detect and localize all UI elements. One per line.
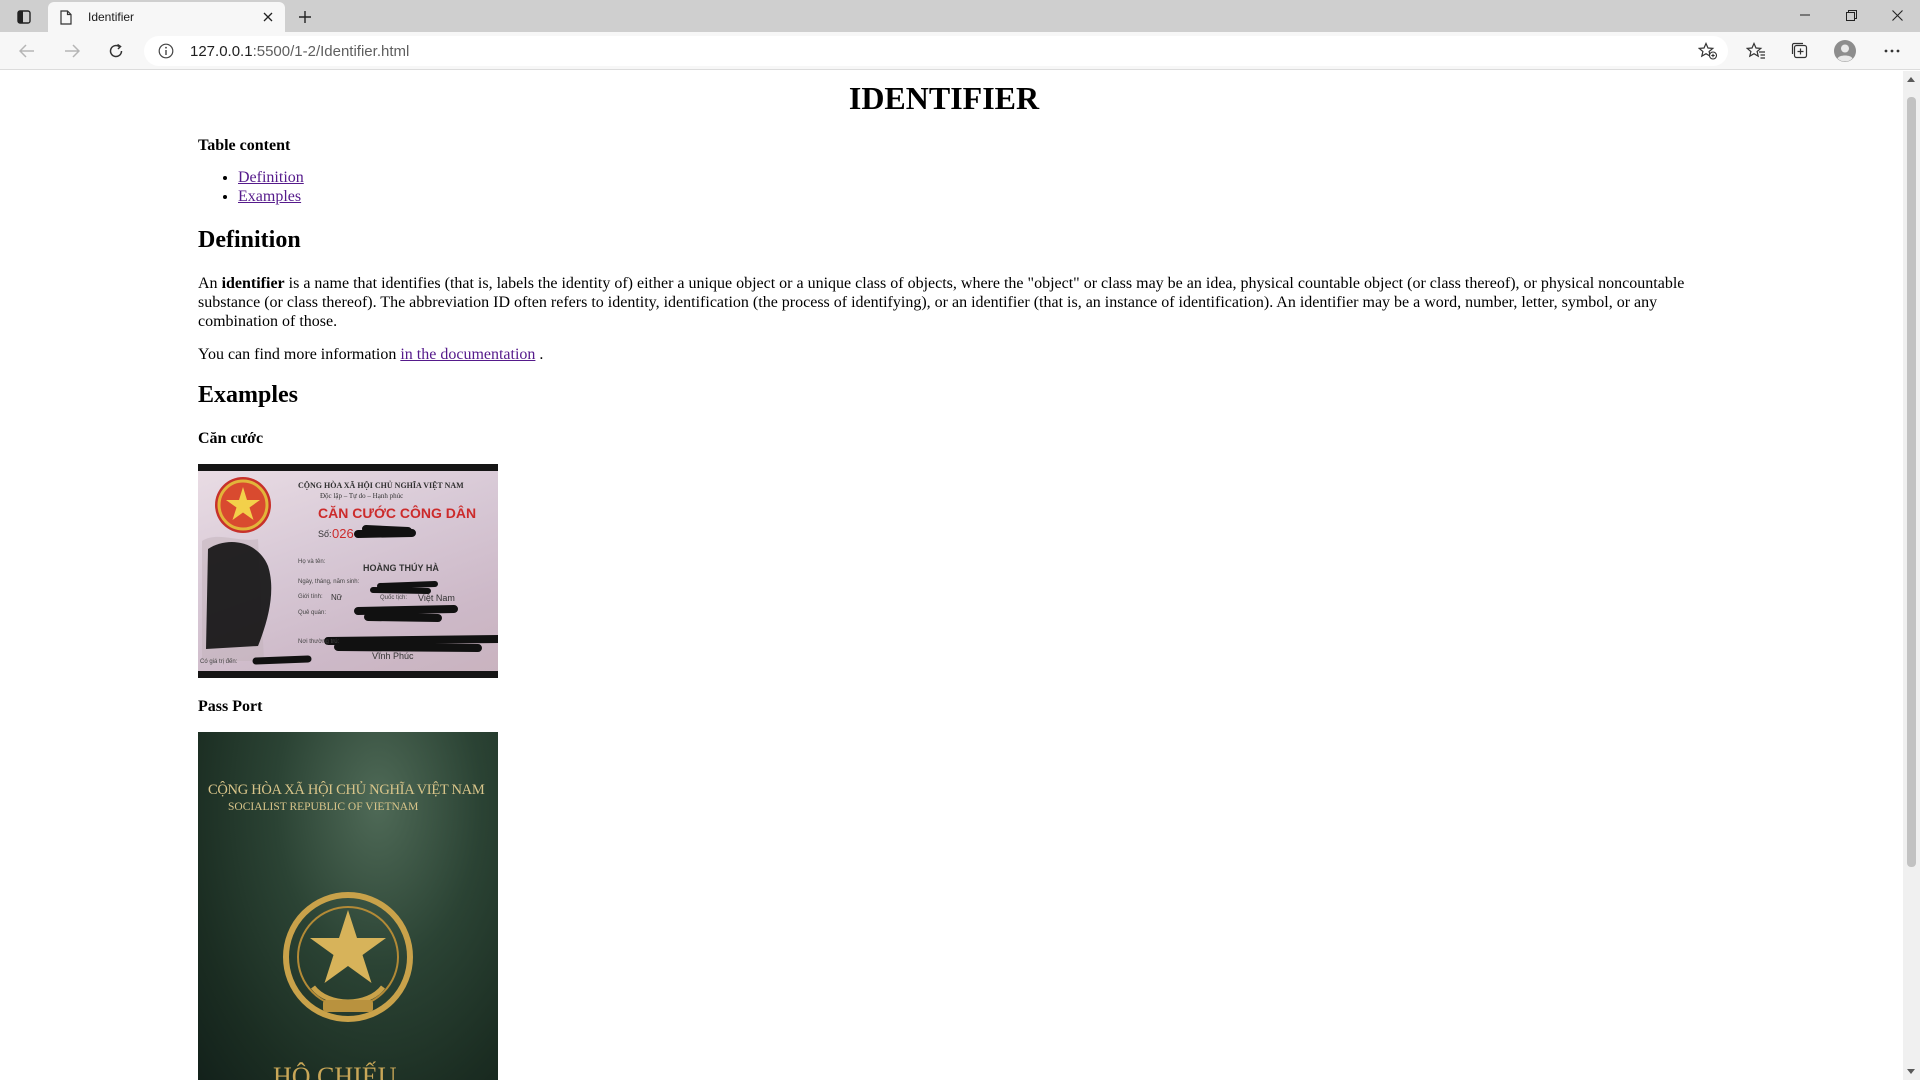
settings-and-more-button[interactable] bbox=[1876, 37, 1908, 65]
close-tab-icon[interactable] bbox=[257, 6, 279, 28]
id-card-hometown-label: Quê quán: bbox=[298, 610, 327, 616]
passport-country-text: CỘNG HÒA XÃ HỘI CHỦ NGHĨA VIỆT NAM bbox=[208, 782, 485, 798]
restore-window-button[interactable] bbox=[1828, 0, 1874, 30]
minimize-window-button[interactable] bbox=[1782, 0, 1828, 30]
tab-strip: Identifier bbox=[0, 0, 1920, 32]
arrow-left-icon bbox=[19, 44, 34, 58]
scrollbar-thumb[interactable] bbox=[1907, 97, 1916, 867]
passport-country-english-text: SOCIALIST REPUBLIC OF VIETNAM bbox=[228, 801, 419, 813]
national-emblem-icon bbox=[202, 477, 498, 665]
list-item: Examples bbox=[238, 187, 304, 206]
tab-actions-menu-button[interactable] bbox=[10, 6, 38, 28]
page-title: IDENTIFIER bbox=[848, 80, 1040, 116]
id-card-name-value: HOÀNG THÚY HÀ bbox=[363, 563, 439, 573]
site-info-icon[interactable] bbox=[158, 43, 174, 59]
collections-button[interactable] bbox=[1784, 37, 1816, 65]
id-card-sex-label: Giới tính: bbox=[298, 594, 323, 600]
examples-heading: Examples bbox=[198, 382, 299, 408]
identifier-term: identifier bbox=[221, 275, 285, 292]
id-card-motto-text: Độc lập – Tự do – Hạnh phúc bbox=[320, 492, 404, 500]
scroll-up-icon[interactable] bbox=[1907, 77, 1915, 82]
id-card: CỘNG HÒA XÃ HỘI CHỦ NGHĨA VIỆT NAM Độc l… bbox=[198, 471, 498, 671]
address-bar[interactable]: 127.0.0.1:5500/1-2/Identifier.html bbox=[144, 36, 1728, 66]
passport-image: CỘNG HÒA XÃ HỘI CHỦ NGHĨA VIỆT NAM SOCIA… bbox=[198, 732, 498, 1080]
page-icon bbox=[60, 8, 76, 26]
restore-icon bbox=[1845, 9, 1857, 21]
passport-title-text: HỘ CHIẾU bbox=[273, 1062, 397, 1080]
id-card-sex-value: Nữ bbox=[331, 593, 343, 602]
definition-heading: Definition bbox=[198, 227, 301, 253]
id-card-residence-label: Nơi thường trú: bbox=[298, 639, 340, 645]
toc-link-examples[interactable]: Examples bbox=[238, 188, 301, 205]
documentation-link[interactable]: in the documentation bbox=[400, 346, 535, 363]
id-card-country-text: CỘNG HÒA XÃ HỘI CHỦ NGHĨA VIỆT NAM bbox=[298, 481, 464, 490]
minimize-icon bbox=[1800, 14, 1810, 16]
url-text: 127.0.0.1:5500/1-2/Identifier.html bbox=[190, 42, 410, 60]
scroll-down-icon[interactable] bbox=[1907, 1069, 1915, 1074]
vertical-scrollbar[interactable] bbox=[1903, 71, 1920, 1080]
example-label-passport: Pass Port bbox=[198, 698, 263, 715]
list-item: Definition bbox=[238, 168, 304, 187]
refresh-button[interactable] bbox=[101, 37, 131, 65]
toc-link-definition[interactable]: Definition bbox=[238, 169, 304, 186]
id-card-image: CỘNG HÒA XÃ HỘI CHỦ NGHĨA VIỆT NAM Độc l… bbox=[198, 464, 498, 678]
id-card-dob-label: Ngày, tháng, năm sinh: bbox=[298, 579, 360, 585]
add-favorite-icon[interactable] bbox=[1696, 40, 1720, 62]
avatar-icon bbox=[1834, 40, 1856, 62]
toc-heading: Table content bbox=[198, 137, 291, 154]
plus-icon bbox=[299, 11, 311, 23]
close-icon bbox=[1891, 9, 1903, 21]
back-button[interactable] bbox=[12, 37, 42, 65]
arrow-right-icon bbox=[65, 44, 80, 58]
id-card-nationality-label: Quốc tịch: bbox=[380, 595, 408, 601]
id-card-name-label: Họ và tên: bbox=[298, 559, 326, 565]
collections-icon bbox=[1791, 42, 1808, 59]
id-card-number-label: Số: bbox=[318, 529, 332, 539]
refresh-icon bbox=[109, 43, 123, 58]
id-card-residence-value: Vĩnh Phúc bbox=[372, 651, 414, 661]
close-window-button[interactable] bbox=[1874, 0, 1920, 30]
forward-button[interactable] bbox=[57, 37, 87, 65]
browser-tab-active[interactable]: Identifier bbox=[48, 2, 285, 32]
toc-list: Definition Examples bbox=[198, 168, 304, 206]
id-card-expiry-label: Có giá trị đến: bbox=[200, 659, 238, 665]
favorites-button[interactable] bbox=[1740, 37, 1772, 65]
page-viewport: IDENTIFIER Table content Definition Exam… bbox=[0, 71, 1903, 1080]
national-emblem-icon bbox=[283, 892, 413, 1022]
definition-paragraph: An identifier is a name that identifies … bbox=[198, 275, 1685, 330]
browser-toolbar: 127.0.0.1:5500/1-2/Identifier.html bbox=[0, 32, 1920, 70]
profile-button[interactable] bbox=[1829, 37, 1861, 65]
id-card-number-value: 026 bbox=[332, 526, 354, 541]
more-info-paragraph: You can find more information in the doc… bbox=[198, 346, 544, 363]
tab-title: Identifier bbox=[88, 10, 135, 24]
id-card-nationality-value: Việt Nam bbox=[418, 593, 455, 603]
new-tab-button[interactable] bbox=[292, 5, 318, 29]
favorites-icon bbox=[1746, 42, 1765, 59]
id-card-title-text: CĂN CƯỚC CÔNG DÂN bbox=[318, 505, 477, 521]
more-icon bbox=[1884, 49, 1900, 53]
example-label-id-card: Căn cước bbox=[198, 430, 264, 447]
tab-actions-icon bbox=[17, 10, 31, 24]
